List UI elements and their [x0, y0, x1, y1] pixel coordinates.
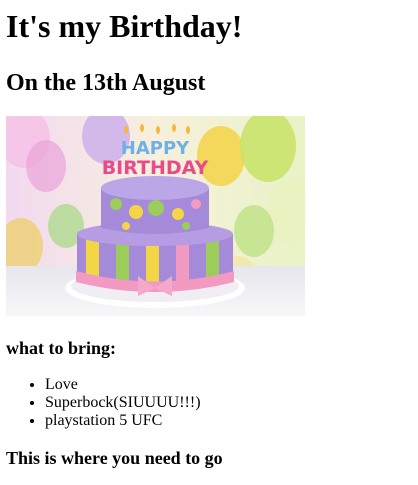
page-title: It's my Birthday!	[6, 8, 243, 44]
birthday-cake-image: HAPPY BIRTHDAY	[6, 116, 305, 316]
bring-heading: what to bring:	[6, 338, 117, 358]
bring-list: Love Superbock(SIUUUU!!!) playstation 5 …	[6, 376, 412, 430]
candles-birthday-text: BIRTHDAY	[102, 157, 209, 179]
list-item: Love	[45, 376, 412, 394]
list-item: Superbock(SIUUUU!!!)	[45, 394, 412, 412]
page-content: It's my Birthday! On the 13th August HAP…	[6, 0, 412, 469]
page-subtitle: On the 13th August	[6, 70, 206, 96]
candles-happy-text: HAPPY	[121, 138, 190, 159]
location-heading: This is where you need to go	[6, 448, 223, 468]
list-item: playstation 5 UFC	[45, 412, 412, 430]
